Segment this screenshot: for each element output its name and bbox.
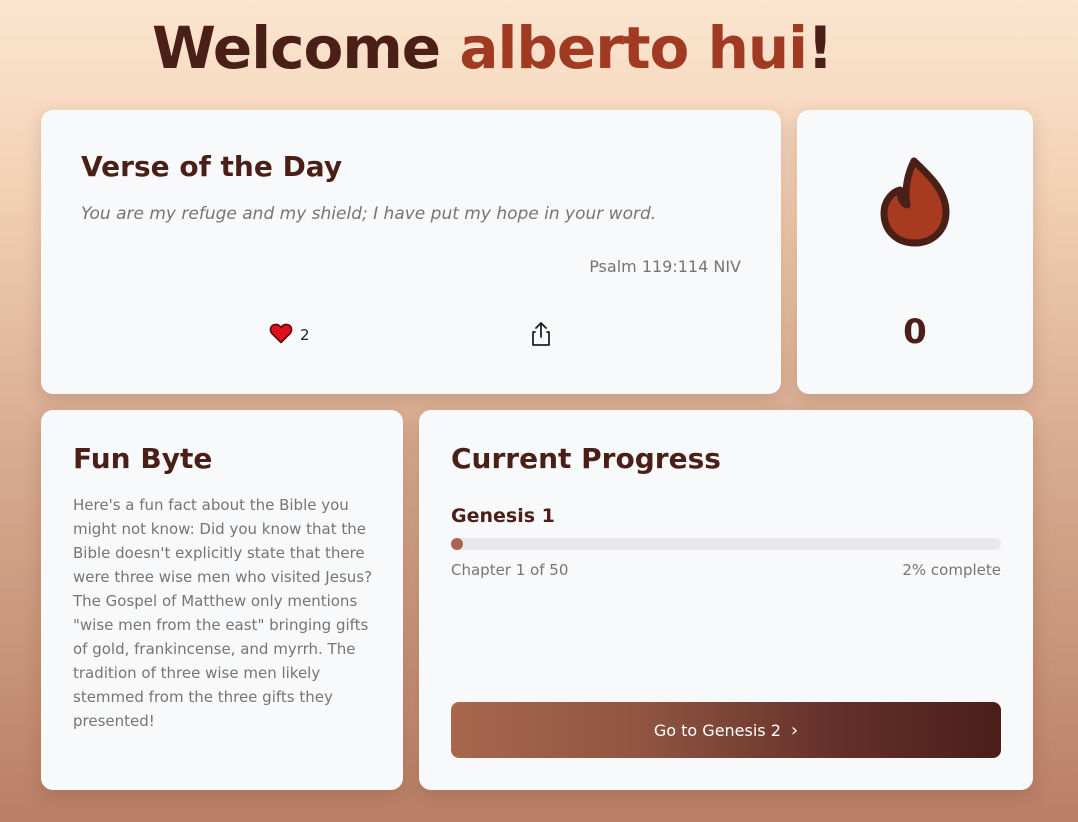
fun-byte-card: Fun Byte Here's a fun fact about the Bib… [41,410,403,790]
progress-bar [451,538,1001,550]
share-button[interactable] [529,321,553,347]
progress-book-name: Genesis 1 [451,505,555,527]
progress-title: Current Progress [451,442,721,475]
fun-byte-title: Fun Byte [73,442,213,475]
welcome-heading: Welcome alberto hui! [152,14,834,82]
welcome-username: alberto hui [459,14,808,82]
go-to-next-chapter-button[interactable]: Go to Genesis 2 › [451,702,1001,758]
streak-count: 0 [903,312,927,352]
streak-card: 0 [797,110,1033,394]
verse-text: You are my refuge and my shield; I have … [81,204,657,224]
heart-icon [269,322,293,348]
current-progress-card: Current Progress Genesis 1 Chapter 1 of … [419,410,1033,790]
percent-complete-label: 2% complete [902,561,1001,579]
share-icon [529,322,553,351]
progress-bar-fill [451,538,463,550]
verse-of-the-day-card: Verse of the Day You are my refuge and m… [41,110,781,394]
chevron-right-icon: › [790,719,799,741]
verse-reference: Psalm 119:114 NIV [589,257,741,276]
fun-byte-text: Here's a fun fact about the Bible you mi… [73,496,373,730]
like-count: 2 [300,326,310,344]
flame-icon [880,157,950,247]
chapter-label: Chapter 1 of 50 [451,561,569,579]
welcome-greeting: Welcome [152,14,441,82]
like-button[interactable]: 2 [269,322,310,348]
go-button-label: Go to Genesis 2 [653,720,781,740]
verse-title: Verse of the Day [81,150,343,183]
welcome-punctuation: ! [807,14,833,82]
